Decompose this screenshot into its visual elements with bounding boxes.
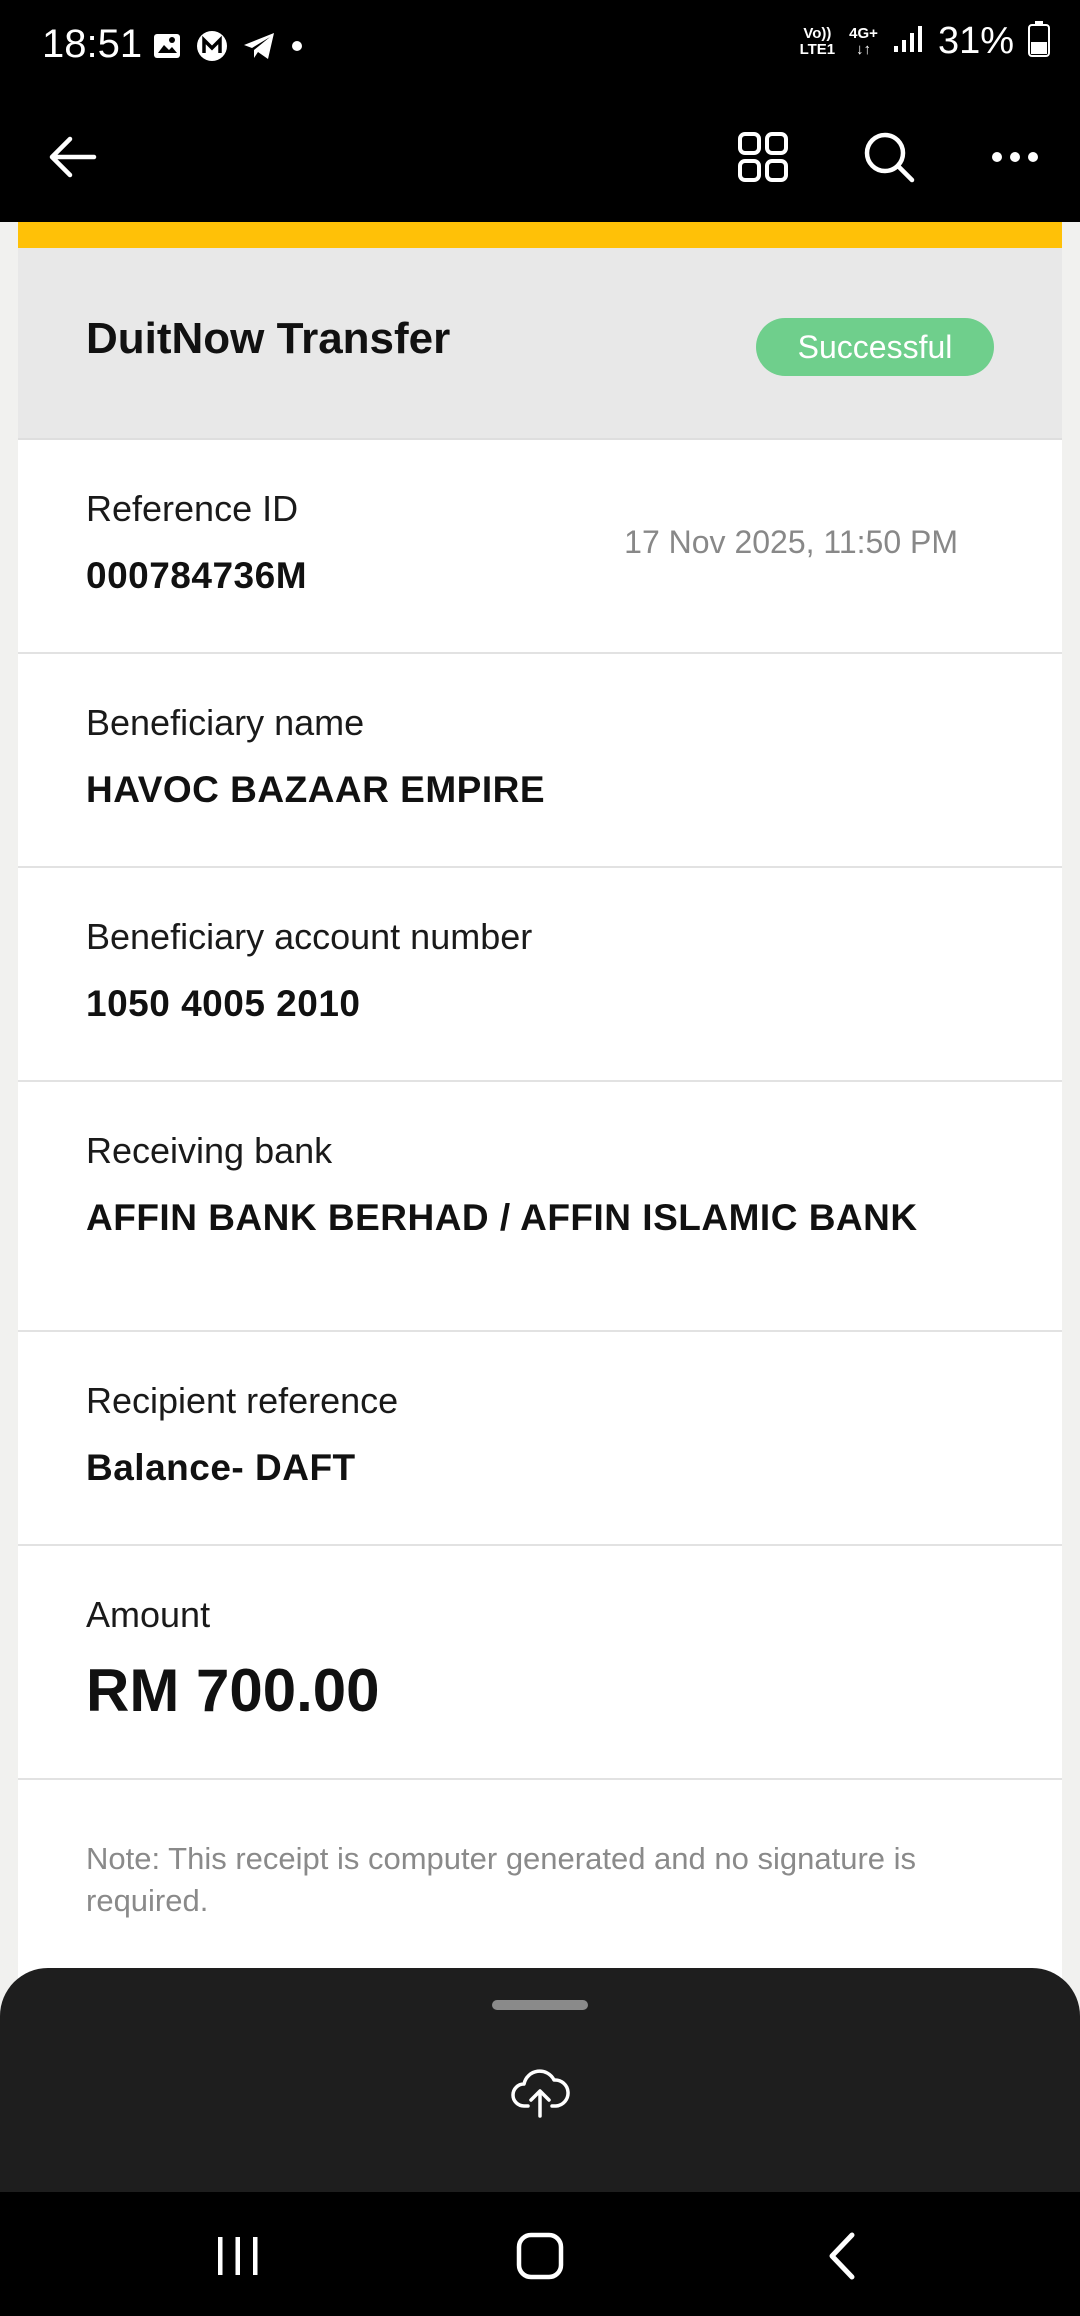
signal-icon	[892, 24, 924, 59]
transaction-datetime: 17 Nov 2025, 11:50 PM	[624, 524, 958, 560]
app-bar	[0, 92, 1080, 222]
recent-apps-icon[interactable]	[198, 2224, 278, 2288]
gallery-icon	[152, 31, 182, 66]
status-time: 18:51	[42, 22, 143, 66]
receipt-card: DuitNow Transfer Successful Reference ID…	[18, 222, 1062, 2022]
volte-indicator: Vo)) LTE1	[799, 24, 836, 58]
reference-label: Reference ID	[86, 488, 299, 529]
beneficiary-label: Beneficiary name	[86, 702, 365, 743]
dot-icon	[290, 39, 304, 58]
recipient-reference-value: Balance- DAFT	[86, 1447, 356, 1488]
back-icon[interactable]	[802, 2224, 882, 2288]
system-nav-bar	[0, 2192, 1080, 2316]
account-value: 1050 4005 2010	[86, 983, 361, 1024]
amount-label: Amount	[86, 1594, 211, 1635]
search-icon[interactable]	[854, 122, 924, 192]
sheet-drag-handle[interactable]	[492, 2000, 588, 2010]
bank-value: AFFIN BANK BERHAD / AFFIN ISLAMIC BANK	[86, 1197, 918, 1238]
data-arrows-icon: ↓↑	[856, 40, 872, 58]
accent-strip	[18, 222, 1062, 248]
receipt-header: DuitNow Transfer Successful	[18, 248, 1062, 440]
bottom-sheet	[0, 1968, 1080, 2192]
recipient-reference-row: Recipient reference Balance- DAFT	[18, 1330, 1062, 1546]
amount-row: Amount RM 700.00	[18, 1544, 1062, 1780]
reference-value: 000784736M	[86, 555, 308, 596]
grid-icon[interactable]	[728, 122, 798, 192]
battery-icon	[1028, 21, 1050, 62]
m-app-icon	[196, 30, 228, 67]
recipient-reference-label: Recipient reference	[86, 1380, 399, 1421]
status-right: Vo)) LTE1 4G+ ↓↑ 31%	[800, 20, 1050, 63]
bank-row: Receiving bank AFFIN BANK BERHAD / AFFIN…	[18, 1080, 1062, 1332]
beneficiary-value: HAVOC BAZAAR EMPIRE	[86, 769, 545, 810]
reference-row: Reference ID 000784736M 17 Nov 2025, 11:…	[18, 438, 1062, 654]
receipt-title: DuitNow Transfer	[86, 314, 451, 363]
notification-icons	[152, 30, 304, 67]
receipt-note: Note: This receipt is computer generated…	[86, 1841, 917, 1918]
account-label: Beneficiary account number	[86, 916, 533, 957]
battery-percent: 31%	[937, 20, 1014, 62]
data-type-indicator: 4G+ ↓↑	[849, 24, 878, 58]
back-arrow-icon[interactable]	[38, 122, 108, 192]
cloud-upload-icon[interactable]	[504, 2058, 576, 2130]
account-row: Beneficiary account number 1050 4005 201…	[18, 866, 1062, 1082]
telegram-icon	[242, 31, 276, 66]
more-icon[interactable]	[980, 122, 1050, 192]
status-badge: Successful	[756, 318, 994, 376]
amount-value: RM 700.00	[86, 1657, 380, 1724]
bank-label: Receiving bank	[86, 1130, 333, 1171]
beneficiary-row: Beneficiary name HAVOC BAZAAR EMPIRE	[18, 652, 1062, 868]
home-icon[interactable]	[500, 2224, 580, 2288]
status-bar: 18:51 Vo)) LTE1 4G+ ↓↑ 31%	[0, 0, 1080, 92]
